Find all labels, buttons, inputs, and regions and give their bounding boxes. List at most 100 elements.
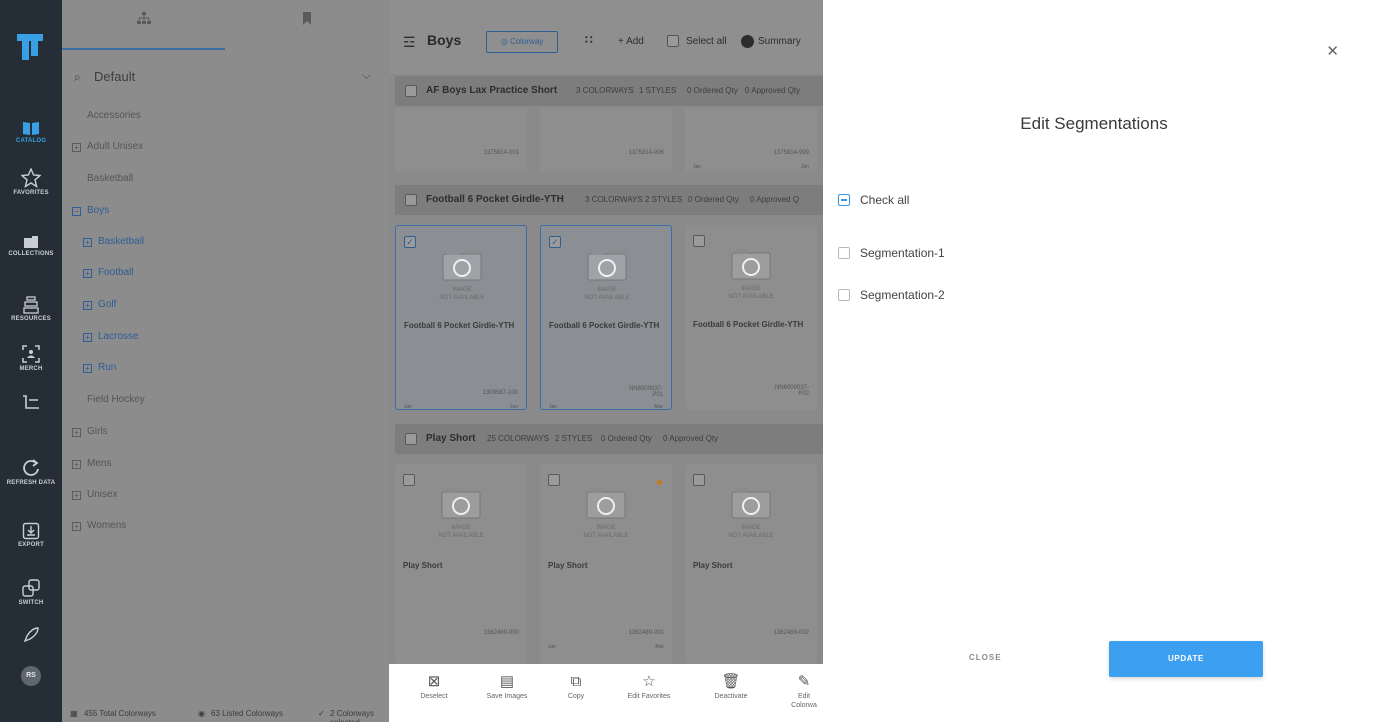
tree-item-label: Boys bbox=[87, 205, 110, 216]
save-images-button[interactable]: ▤ Save Images bbox=[482, 672, 532, 701]
segmentation-checkbox[interactable] bbox=[838, 247, 850, 259]
select-all-checkbox[interactable] bbox=[667, 35, 679, 47]
card-checkbox[interactable] bbox=[403, 474, 415, 486]
check-all-option[interactable]: Check all bbox=[838, 192, 909, 208]
expand-icon[interactable]: + bbox=[83, 333, 92, 342]
tree-item-boys-basketball[interactable]: + Basketball bbox=[83, 228, 144, 256]
close-icon[interactable]: ✕ bbox=[1326, 42, 1339, 60]
expand-icon[interactable]: + bbox=[83, 301, 92, 310]
tree-search[interactable]: ⌕ Default ⌵ bbox=[74, 64, 379, 90]
colorway-code: 1375814-006 bbox=[628, 150, 664, 156]
check-all-checkbox[interactable] bbox=[838, 194, 850, 206]
pie-chart-icon[interactable] bbox=[741, 35, 754, 48]
tree-item-adult-unisex[interactable]: + Adult Unisex bbox=[72, 133, 143, 161]
colorway-card[interactable]: IMAGE NOT AVAILABLE Play Short 1362489-00… bbox=[685, 464, 817, 664]
copy-button[interactable]: ⧉ Copy bbox=[551, 672, 601, 701]
colorway-card[interactable]: 1375814-001 bbox=[395, 108, 527, 172]
expand-icon[interactable]: + bbox=[83, 269, 92, 278]
nav-feedback[interactable] bbox=[0, 626, 62, 644]
tree-item-mens[interactable]: + Mens bbox=[72, 450, 111, 478]
colorway-card[interactable]: 1375814-006 bbox=[540, 108, 672, 172]
nav-collections[interactable]: COLLECTIONS bbox=[0, 235, 62, 257]
nav-favorites[interactable]: FAVORITES bbox=[0, 168, 62, 196]
nav-export[interactable]: EXPORT bbox=[0, 522, 62, 548]
colorway-card[interactable]: ✓ IMAGE NOT AVAILABLE Football 6 Pocket G… bbox=[395, 225, 527, 410]
colorway-card[interactable]: 1375814-999 Jan Jun bbox=[685, 108, 817, 172]
tree-item-unisex[interactable]: + Unisex bbox=[72, 481, 118, 509]
refresh-icon bbox=[23, 459, 39, 476]
expand-icon[interactable]: + bbox=[72, 460, 81, 469]
expand-icon[interactable]: + bbox=[83, 238, 92, 247]
group-checkbox[interactable] bbox=[405, 433, 417, 445]
colorway-card[interactable]: IMAGE NOT AVAILABLE Play Short 1362489-00… bbox=[540, 464, 672, 664]
book-icon bbox=[23, 122, 39, 135]
edit-colorways-button[interactable]: ✎ Edit Colorwa bbox=[785, 672, 823, 710]
select-all-label[interactable]: Select all bbox=[686, 36, 727, 47]
card-checkbox[interactable] bbox=[693, 235, 705, 247]
tab-hierarchy[interactable] bbox=[62, 0, 225, 50]
expand-icon[interactable]: + bbox=[72, 491, 81, 500]
image-not-available: IMAGE NOT AVAILABLE bbox=[583, 525, 629, 539]
card-checkbox-checked[interactable]: ✓ bbox=[404, 236, 416, 248]
tree-item-field-hockey[interactable]: Field Hockey bbox=[87, 386, 145, 414]
nav-switch[interactable]: SWITCH bbox=[0, 578, 62, 606]
nav-label: RESOURCES bbox=[11, 316, 51, 322]
nav-resources[interactable]: RESOURCES bbox=[0, 296, 62, 322]
segmentation-option[interactable]: Segmentation-2 bbox=[838, 287, 945, 303]
camera-icon bbox=[442, 250, 482, 281]
tree-item-boys-lacrosse[interactable]: + Lacrosse bbox=[83, 323, 139, 351]
deactivate-button[interactable]: 🗑 Deactivate bbox=[706, 672, 756, 701]
card-checkbox-checked[interactable]: ✓ bbox=[549, 236, 561, 248]
grid-view-icon[interactable]: ∷ bbox=[585, 33, 593, 47]
tree-item-accessories[interactable]: Accessories bbox=[87, 102, 141, 130]
collapse-icon[interactable]: − bbox=[72, 207, 81, 216]
listed-colorways: 63 Listed Colorways bbox=[211, 709, 284, 718]
edit-favorites-button[interactable]: ☆ Edit Favorites bbox=[624, 672, 674, 701]
tree-item-girls[interactable]: + Girls bbox=[72, 418, 108, 446]
segmentation-option[interactable]: Segmentation-1 bbox=[838, 245, 945, 261]
card-checkbox[interactable] bbox=[548, 474, 560, 486]
add-button[interactable]: + Add bbox=[618, 36, 644, 47]
colorway-card[interactable]: IMAGE NOT AVAILABLE Play Short 1362489-00… bbox=[395, 464, 527, 664]
expand-icon[interactable]: + bbox=[72, 522, 81, 531]
colorway-code: NN6000037-P02 bbox=[774, 385, 809, 397]
nav-refresh-data[interactable]: REFRESH DATA bbox=[0, 458, 62, 486]
group-name: AF Boys Lax Practice Short bbox=[426, 85, 558, 96]
colorway-toggle-button[interactable]: ◎ Colorway bbox=[486, 31, 558, 53]
close-button[interactable]: CLOSE bbox=[969, 653, 1002, 662]
segmentation-checkbox[interactable] bbox=[838, 289, 850, 301]
tree-item-basketball[interactable]: Basketball bbox=[87, 165, 133, 193]
colorway-card[interactable]: ✓ IMAGE NOT AVAILABLE Football 6 Pocket G… bbox=[540, 225, 672, 410]
nav-catalog[interactable]: CATALOG bbox=[0, 120, 62, 144]
segmentation-label: Segmentation-2 bbox=[860, 288, 945, 302]
panel-title: Edit Segmentations bbox=[1020, 114, 1168, 133]
season-end: Jun bbox=[800, 164, 809, 170]
tree-item-boys-run[interactable]: + Run bbox=[83, 354, 116, 382]
update-button[interactable]: UPDATE bbox=[1109, 641, 1263, 677]
expand-icon[interactable]: + bbox=[72, 143, 81, 152]
filter-icon[interactable]: ☲ bbox=[403, 34, 416, 51]
tree-item-boys[interactable]: − Boys bbox=[72, 197, 109, 225]
group-checkbox[interactable] bbox=[405, 85, 417, 97]
chevron-down-icon[interactable]: ⌵ bbox=[362, 68, 371, 83]
tree-item-boys-football[interactable]: + Football bbox=[83, 259, 134, 287]
tab-bookmarks[interactable] bbox=[225, 0, 388, 50]
pencil-icon: ✎ bbox=[797, 673, 811, 690]
summary-button[interactable]: Summary bbox=[758, 36, 801, 47]
group-checkbox[interactable] bbox=[405, 194, 417, 206]
deselect-button[interactable]: ⊠ Deselect bbox=[409, 672, 459, 701]
avatar[interactable]: RS bbox=[21, 666, 41, 686]
card-checkbox[interactable] bbox=[693, 474, 705, 486]
colorway-name: Football 6 Pocket Girdle-YTH bbox=[693, 320, 804, 329]
tree-item-womens[interactable]: + Womens bbox=[72, 512, 126, 540]
stack-icon bbox=[23, 296, 39, 314]
colorway-card[interactable]: IMAGE NOT AVAILABLE Football 6 Pocket Gir… bbox=[685, 225, 817, 410]
group-name: Football 6 Pocket Girdle-YTH bbox=[426, 194, 564, 205]
nav-label: MERCH bbox=[19, 366, 43, 372]
expand-icon[interactable]: + bbox=[72, 428, 81, 437]
nav-merch[interactable]: MERCH bbox=[0, 344, 62, 372]
nav-cart[interactable] bbox=[0, 394, 62, 410]
tree-item-boys-golf[interactable]: + Golf bbox=[83, 291, 116, 319]
expand-icon[interactable]: + bbox=[83, 364, 92, 373]
app-logo[interactable] bbox=[17, 34, 43, 60]
